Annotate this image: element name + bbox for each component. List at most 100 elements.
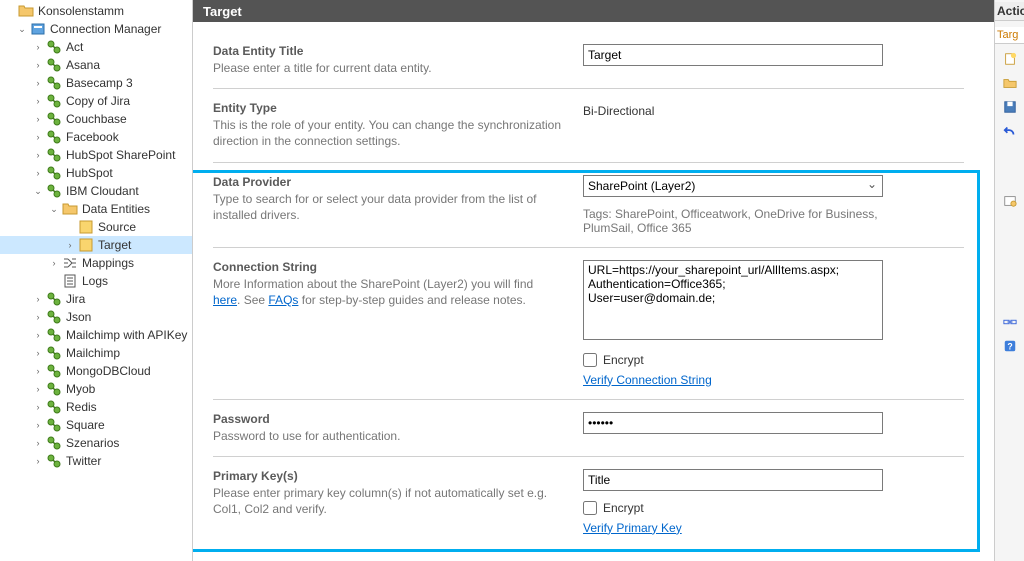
tree-connection-item[interactable]: › Copy of Jira xyxy=(0,92,192,110)
tree-connection-item[interactable]: ⌄IBM Cloudant xyxy=(0,182,192,200)
tree-connection-item[interactable]: ›Szenarios xyxy=(0,434,192,452)
tree-connection-item[interactable]: › MongoDBCloud xyxy=(0,362,192,380)
expand-icon[interactable]: › xyxy=(48,257,60,269)
expand-icon[interactable] xyxy=(4,5,16,17)
tree-conn-mgr[interactable]: ⌄ Connection Manager xyxy=(0,20,192,38)
expand-icon[interactable]: › xyxy=(32,437,44,449)
blank-toggle xyxy=(64,221,76,233)
expand-icon[interactable]: › xyxy=(32,95,44,107)
folder-icon xyxy=(62,201,78,217)
link-faqs[interactable]: FAQs xyxy=(268,293,298,307)
help-icon[interactable]: ? xyxy=(1001,337,1019,355)
tree-item-label: Basecamp 3 xyxy=(66,76,133,90)
expand-icon[interactable]: › xyxy=(32,419,44,431)
tree-connection-item[interactable]: ›Facebook xyxy=(0,128,192,146)
tree-connection-item[interactable]: ›Myob xyxy=(0,380,192,398)
expand-icon[interactable]: › xyxy=(64,239,76,251)
connection-icon xyxy=(46,147,62,163)
label-data-entity-title: Data Entity Title xyxy=(213,44,563,58)
tree-target-label: Target xyxy=(98,238,131,252)
link-verify-connection[interactable]: Verify Connection String xyxy=(583,373,712,387)
label-password: Password xyxy=(213,412,563,426)
tree-connection-item[interactable]: ›Twitter xyxy=(0,452,192,470)
expand-icon[interactable]: › xyxy=(32,347,44,359)
link-verify-primary-key[interactable]: Verify Primary Key xyxy=(583,521,682,535)
page-title: Target xyxy=(203,4,242,19)
input-primary-key[interactable] xyxy=(583,469,883,491)
expand-icon[interactable]: › xyxy=(32,311,44,323)
collapse-icon[interactable]: ⌄ xyxy=(32,185,44,197)
connection-icon xyxy=(46,327,62,343)
input-data-entity-title[interactable] xyxy=(583,44,883,66)
save-icon[interactable] xyxy=(1001,98,1019,116)
undo-icon[interactable] xyxy=(1001,122,1019,140)
expand-icon[interactable]: › xyxy=(32,41,44,53)
expand-icon[interactable]: › xyxy=(32,77,44,89)
tree-connection-item[interactable]: ›Mailchimp xyxy=(0,344,192,362)
tree-source-label: Source xyxy=(98,220,136,234)
expand-icon[interactable]: › xyxy=(32,167,44,179)
connection-icon xyxy=(46,111,62,127)
expand-icon[interactable]: › xyxy=(32,113,44,125)
tree-root-label: Konsolenstamm xyxy=(38,4,124,18)
tree-connection-item[interactable]: ›Asana xyxy=(0,56,192,74)
tree-connection-item[interactable]: ›Square xyxy=(0,416,192,434)
properties-icon[interactable] xyxy=(1001,192,1019,210)
desc-primary-key: Please enter primary key column(s) if no… xyxy=(213,485,563,517)
input-password[interactable] xyxy=(583,412,883,434)
expand-icon[interactable]: › xyxy=(32,149,44,161)
tree-target[interactable]: › Target xyxy=(0,236,192,254)
tree-connection-item[interactable]: ›Act xyxy=(0,38,192,56)
tree-source[interactable]: Source xyxy=(0,218,192,236)
new-icon[interactable] xyxy=(1001,50,1019,68)
tree-connection-item[interactable]: ›Couchbase xyxy=(0,110,192,128)
tree-connection-item[interactable]: ›HubSpot SharePoint xyxy=(0,146,192,164)
open-icon[interactable] xyxy=(1001,74,1019,92)
checkbox-encrypt-pk[interactable] xyxy=(583,501,597,515)
connection-icon xyxy=(46,417,62,433)
tree-connection-item[interactable]: ›Jira xyxy=(0,290,192,308)
main-panel: Target Data Entity Title Please enter a … xyxy=(193,0,994,561)
textarea-connection-string[interactable]: URL=https://your_sharepoint_url/AllItems… xyxy=(583,260,883,340)
tree-item-label: MongoDBCloud xyxy=(66,364,151,378)
connection-icon xyxy=(46,453,62,469)
expand-icon[interactable]: › xyxy=(32,59,44,71)
desc-password: Password to use for authentication. xyxy=(213,428,563,444)
expand-icon[interactable]: › xyxy=(32,131,44,143)
tree-data-entities-label: Data Entities xyxy=(82,202,150,216)
tree-logs[interactable]: Logs xyxy=(0,272,192,290)
tree-connection-item[interactable]: › Basecamp 3 xyxy=(0,74,192,92)
connection-icon xyxy=(46,309,62,325)
expand-icon[interactable]: › xyxy=(32,455,44,467)
label-encrypt-pk: Encrypt xyxy=(603,501,644,515)
connection-icon xyxy=(46,399,62,415)
expand-icon[interactable]: › xyxy=(32,383,44,395)
tree-connection-item[interactable]: › HubSpot xyxy=(0,164,192,182)
desc-data-entity-title: Please enter a title for current data en… xyxy=(213,60,563,76)
tree-connection-item[interactable]: ›Redis xyxy=(0,398,192,416)
expand-icon[interactable]: › xyxy=(32,365,44,377)
link-here[interactable]: here xyxy=(213,293,237,307)
expand-icon[interactable]: › xyxy=(32,293,44,305)
connection-manager-icon xyxy=(30,21,46,37)
tree-mappings[interactable]: › Mappings xyxy=(0,254,192,272)
right-panel-tab[interactable]: Targ xyxy=(995,27,1024,44)
label-entity-type: Entity Type xyxy=(213,101,563,115)
checkbox-encrypt-conn[interactable] xyxy=(583,353,597,367)
select-data-provider[interactable]: SharePoint (Layer2) xyxy=(583,175,883,197)
mappings-icon xyxy=(62,255,78,271)
tree-connection-item[interactable]: ›Mailchimp with APIKey xyxy=(0,326,192,344)
tree-item-label: Json xyxy=(66,310,91,324)
collapse-icon[interactable]: ⌄ xyxy=(48,203,60,215)
expand-icon[interactable]: › xyxy=(32,329,44,341)
expand-icon[interactable]: › xyxy=(32,401,44,413)
connection-icon xyxy=(46,57,62,73)
tree-connection-item[interactable]: › Json xyxy=(0,308,192,326)
tree-root[interactable]: Konsolenstamm xyxy=(0,2,192,20)
tree-item-label: HubSpot xyxy=(66,166,113,180)
collapse-icon[interactable]: ⌄ xyxy=(16,23,28,35)
tree-data-entities[interactable]: ⌄ Data Entities xyxy=(0,200,192,218)
tree-item-label: Copy of Jira xyxy=(66,94,130,108)
tree-conn-mgr-label: Connection Manager xyxy=(50,22,161,36)
link-icon[interactable] xyxy=(1001,313,1019,331)
